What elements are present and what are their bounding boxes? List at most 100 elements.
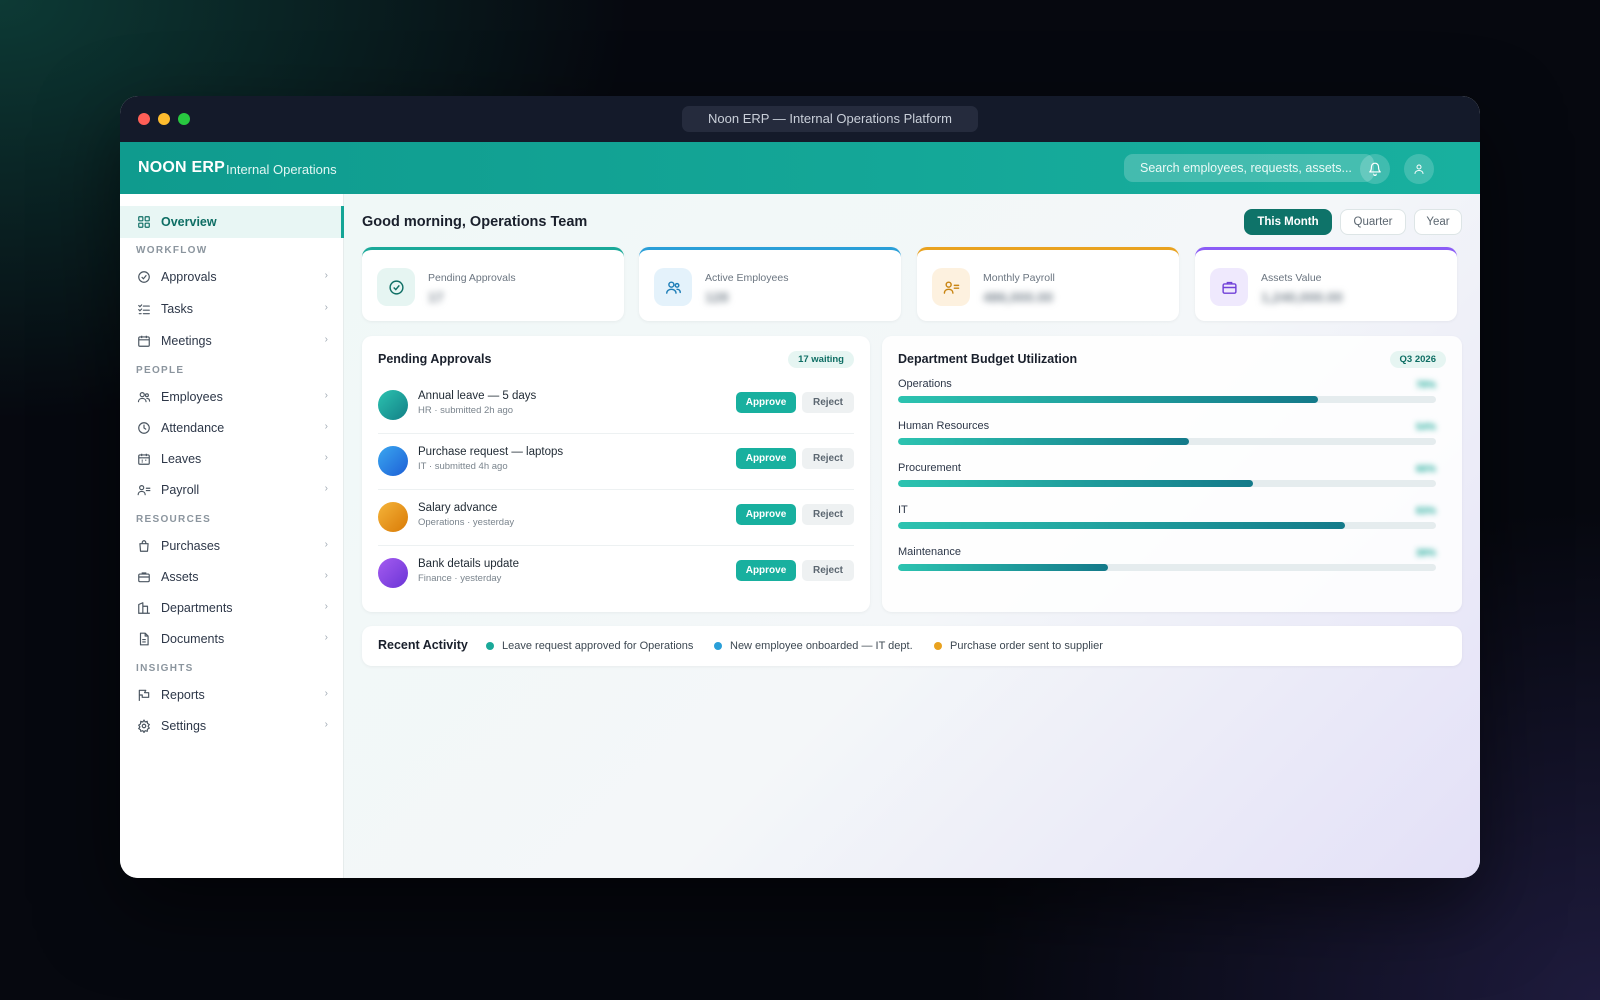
activity-item[interactable]: New employee onboarded — IT dept. <box>714 640 913 652</box>
sidebar-item-documents[interactable]: Documents › <box>120 623 344 655</box>
approval-meta: HR · submitted 2h ago <box>418 405 514 416</box>
utilization-percent: 54% <box>1415 422 1436 433</box>
user-list-icon <box>943 280 959 294</box>
kpi-value: 1,240,000.00 <box>1261 289 1343 305</box>
app-header: NOON ERP Internal Operations <box>120 142 1480 194</box>
minimize-window-button[interactable] <box>158 113 170 125</box>
list-check-icon <box>138 304 150 315</box>
kpi-value: 486,000.00 <box>983 289 1054 305</box>
sidebar-item-leaves[interactable]: Leaves › <box>120 443 344 475</box>
approval-row: Purchase request — laptops IT · submitte… <box>378 434 854 490</box>
activity-text: New employee onboarded — IT dept. <box>730 640 913 652</box>
sidebar-item-reports[interactable]: Reports › <box>120 679 344 711</box>
profile-button[interactable] <box>1404 154 1434 184</box>
approval-row: Bank details update Finance · yesterday … <box>378 546 854 602</box>
chevron-right-icon: › <box>324 270 328 281</box>
reject-button[interactable]: Reject <box>802 560 854 581</box>
grid-icon <box>138 216 150 228</box>
sidebar-item-departments[interactable]: Departments › <box>120 592 344 624</box>
avatar <box>378 446 408 476</box>
period-year-button[interactable]: Year <box>1414 209 1462 235</box>
kpi-label: Assets Value <box>1261 272 1322 284</box>
utilization-percent: 39% <box>1415 548 1436 559</box>
brand-subtitle: Internal Operations <box>226 162 337 177</box>
approve-button[interactable]: Approve <box>736 560 796 581</box>
budget-utilization-card: Department Budget Utilization Q3 2026 Op… <box>882 336 1462 612</box>
period-quarter-button[interactable]: Quarter <box>1340 209 1406 235</box>
approval-title: Annual leave — 5 days <box>418 390 537 402</box>
kpi-label: Pending Approvals <box>428 272 516 284</box>
sidebar-item-employees[interactable]: Employees › <box>120 381 344 413</box>
activity-item[interactable]: Purchase order sent to supplier <box>934 640 1103 652</box>
chevron-right-icon: › <box>324 570 328 581</box>
bell-icon <box>1369 162 1381 176</box>
users-icon <box>665 280 681 294</box>
activity-title: Recent Activity <box>378 638 468 652</box>
file-text-icon <box>139 632 149 646</box>
main-content: Good morning, Operations Team This Month… <box>344 194 1480 878</box>
chevron-right-icon: › <box>324 421 328 432</box>
sidebar-item-label: Payroll <box>161 483 200 497</box>
progress-track <box>898 438 1436 445</box>
sidebar-item-settings[interactable]: Settings › <box>120 710 344 742</box>
sidebar-item-attendance[interactable]: Attendance › <box>120 412 344 444</box>
budget-row: Procurement 66% <box>898 462 1436 502</box>
sidebar-item-label: Approvals <box>161 270 217 284</box>
close-window-button[interactable] <box>138 113 150 125</box>
app-window: Noon ERP — Internal Operations Platform … <box>120 96 1480 878</box>
section-label-insights: INSIGHTS <box>136 663 194 674</box>
chevron-right-icon: › <box>324 390 328 401</box>
notifications-button[interactable] <box>1360 154 1390 184</box>
approval-row: Annual leave — 5 days HR · submitted 2h … <box>378 378 854 434</box>
approval-row: Salary advance Operations · yesterday Ap… <box>378 490 854 546</box>
maximize-window-button[interactable] <box>178 113 190 125</box>
approve-button[interactable]: Approve <box>736 448 796 469</box>
search-input[interactable] <box>1124 154 1374 182</box>
progress-fill <box>898 564 1108 571</box>
reject-button[interactable]: Reject <box>802 448 854 469</box>
brand-logo[interactable]: NOON ERP <box>138 159 225 177</box>
section-label-workflow: WORKFLOW <box>136 245 208 256</box>
sidebar-item-tasks[interactable]: Tasks › <box>120 293 344 325</box>
sidebar-item-payroll[interactable]: Payroll › <box>120 474 344 506</box>
sidebar-item-meetings[interactable]: Meetings › <box>120 325 344 357</box>
sidebar-item-purchases[interactable]: Purchases › <box>120 530 344 562</box>
sidebar-item-label: Reports <box>161 688 205 702</box>
check-circle-icon <box>388 279 404 295</box>
kpi-card-pending-approvals[interactable]: Pending Approvals 17 <box>362 247 624 321</box>
budget-row: Operations 78% <box>898 378 1436 418</box>
activity-item[interactable]: Leave request approved for Operations <box>486 640 693 652</box>
sidebar-item-approvals[interactable]: Approvals › <box>120 261 344 293</box>
approve-button[interactable]: Approve <box>736 504 796 525</box>
sidebar-item-assets[interactable]: Assets › <box>120 561 344 593</box>
kpi-card-active-employees[interactable]: Active Employees 128 <box>639 247 901 321</box>
period-this-month-button[interactable]: This Month <box>1244 209 1332 235</box>
utilization-percent: 78% <box>1415 380 1436 391</box>
chevron-right-icon: › <box>324 334 328 345</box>
sidebar-item-label: Departments <box>161 601 233 615</box>
progress-fill <box>898 396 1318 403</box>
sidebar-item-label: Tasks <box>161 302 193 316</box>
status-dot <box>486 642 494 650</box>
status-dot <box>714 642 722 650</box>
progress-track <box>898 564 1436 571</box>
user-icon <box>1414 164 1424 174</box>
avatar <box>378 558 408 588</box>
reject-button[interactable]: Reject <box>802 392 854 413</box>
kpi-card-assets-value[interactable]: Assets Value 1,240,000.00 <box>1195 247 1457 321</box>
user-list-icon <box>137 485 151 496</box>
reject-button[interactable]: Reject <box>802 504 854 525</box>
chevron-right-icon: › <box>324 632 328 643</box>
sidebar-item-label: Meetings <box>161 334 212 348</box>
kpi-icon-box <box>932 268 970 306</box>
chevron-right-icon: › <box>324 302 328 313</box>
sidebar-item-overview[interactable]: Overview <box>120 206 344 238</box>
section-label-people: PEOPLE <box>136 365 185 376</box>
approval-title: Bank details update <box>418 558 520 570</box>
approve-button[interactable]: Approve <box>736 392 796 413</box>
chevron-right-icon: › <box>324 719 328 730</box>
clock-icon <box>138 422 150 434</box>
briefcase-icon <box>1221 281 1237 294</box>
kpi-card-monthly-payroll[interactable]: Monthly Payroll 486,000.00 <box>917 247 1179 321</box>
activity-text: Leave request approved for Operations <box>502 640 694 652</box>
